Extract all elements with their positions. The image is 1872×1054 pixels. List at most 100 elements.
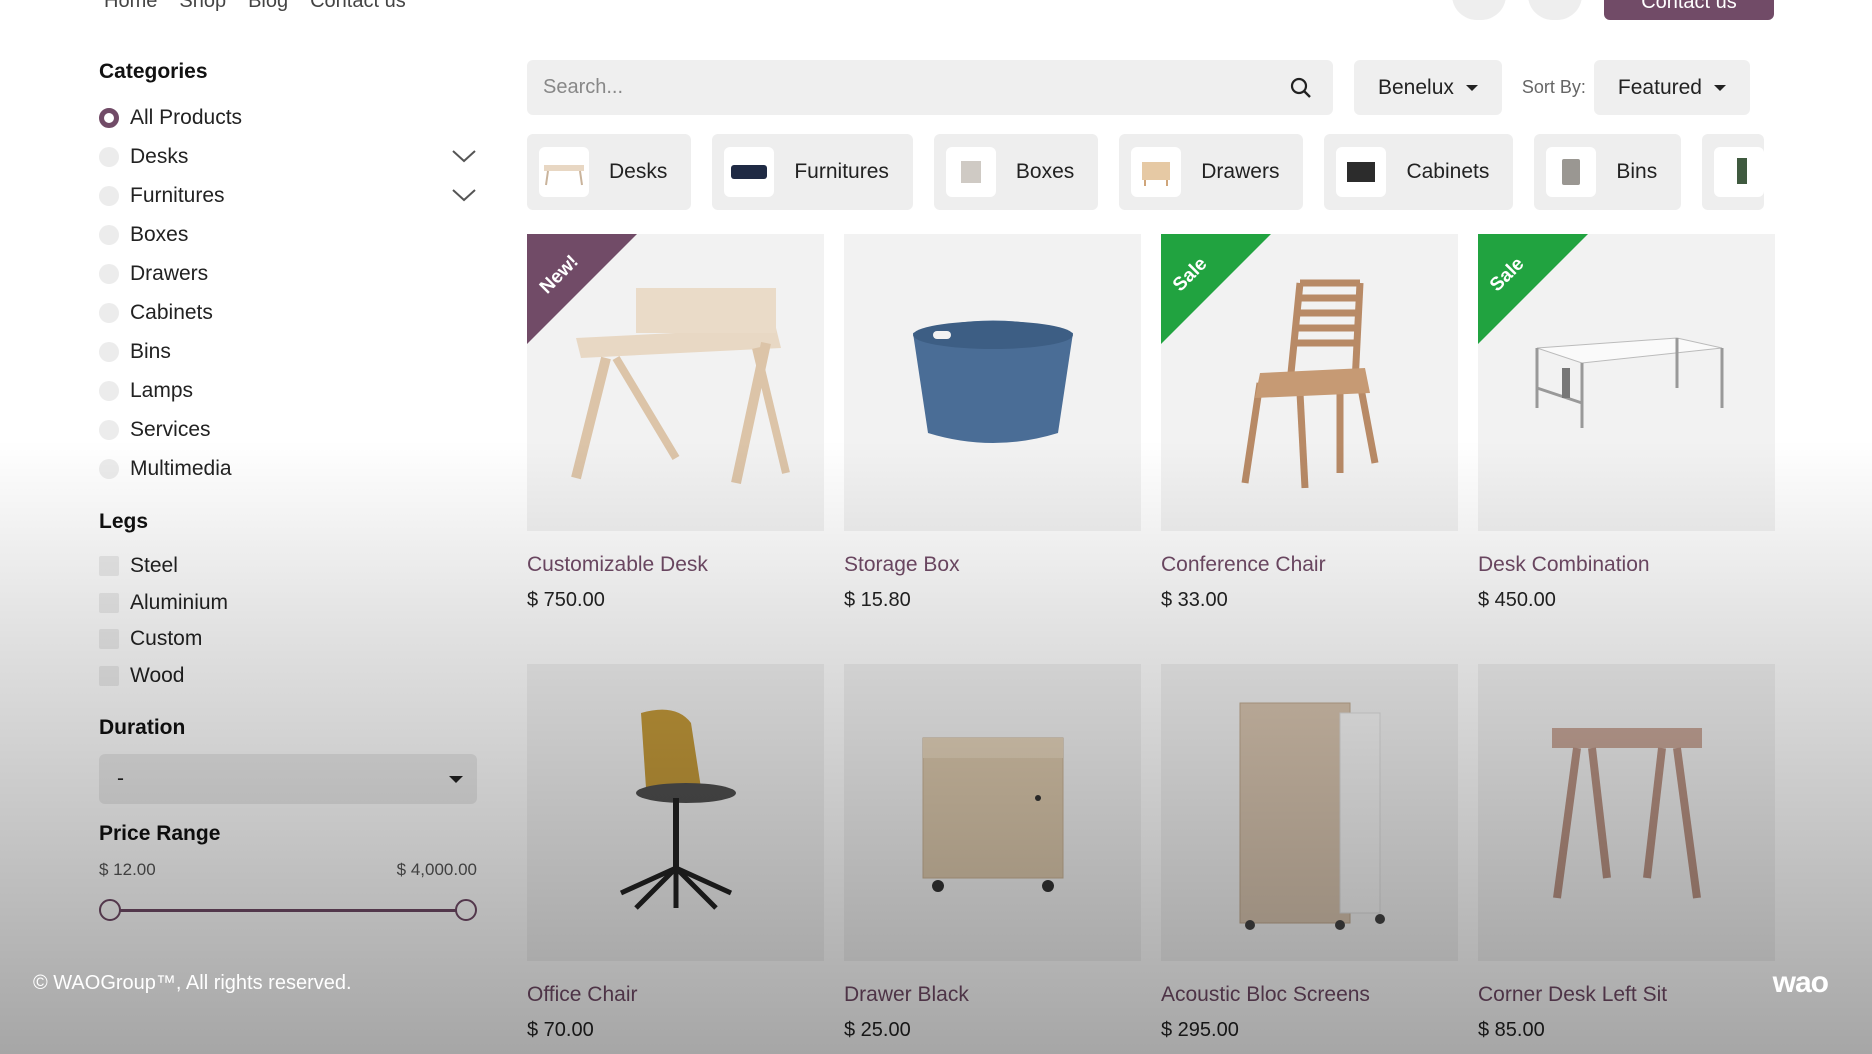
product-name[interactable]: Office Chair: [527, 983, 824, 1007]
radio-icon[interactable]: [99, 107, 119, 128]
product-name[interactable]: Corner Desk Left Sit: [1478, 983, 1775, 1007]
checkbox[interactable]: [99, 629, 119, 650]
product-image[interactable]: [844, 664, 1141, 961]
product-name[interactable]: Drawer Black: [844, 983, 1141, 1007]
radio-icon[interactable]: [99, 302, 119, 323]
product-price: $ 450.00: [1478, 589, 1556, 611]
product-image[interactable]: [844, 234, 1141, 531]
tile-label: Desks: [609, 160, 668, 183]
radio-icon[interactable]: [99, 419, 119, 440]
category-tiles: Desks Furnitures Boxes Drawers Cabinets …: [527, 134, 1775, 210]
box-icon: [912, 320, 1073, 443]
product-card[interactable]: Sale Desk Combination $ 450.00: [1478, 234, 1775, 664]
category-tile-drawers[interactable]: Drawers: [1119, 134, 1304, 210]
legs-option-aluminium[interactable]: Aluminium: [99, 585, 477, 622]
nav-link-blog[interactable]: Blog: [248, 0, 288, 13]
search-input[interactable]: Search...: [527, 60, 1333, 115]
product-image[interactable]: [527, 664, 824, 961]
product-card[interactable]: Acoustic Bloc Screens $ 295.00: [1161, 664, 1458, 1054]
legs-label: Custom: [130, 627, 203, 651]
search-icon[interactable]: [1289, 76, 1313, 100]
legs-option-steel[interactable]: Steel: [99, 548, 477, 585]
product-price: $ 25.00: [844, 1019, 911, 1041]
product-name[interactable]: Conference Chair: [1161, 553, 1458, 577]
category-item-drawers[interactable]: Drawers: [99, 254, 477, 293]
tile-label: Cabinets: [1406, 160, 1490, 183]
product-card[interactable]: New! Customizable Desk $ 750.00: [527, 234, 824, 664]
category-item-bins[interactable]: Bins: [99, 332, 477, 371]
category-item-boxes[interactable]: Boxes: [99, 215, 477, 254]
category-label: Drawers: [130, 261, 209, 285]
price-range-slider[interactable]: [99, 898, 477, 922]
radio-icon[interactable]: [99, 224, 119, 245]
checkbox[interactable]: [99, 592, 119, 613]
category-tile-boxes[interactable]: Boxes: [933, 134, 1099, 210]
contact-us-button[interactable]: Contact us: [1604, 0, 1774, 20]
product-card[interactable]: Office Chair $ 70.00: [527, 664, 824, 1054]
checkbox[interactable]: [99, 665, 119, 686]
cart-button[interactable]: [1528, 0, 1582, 20]
product-image[interactable]: [1478, 664, 1775, 961]
category-tile-cabinets[interactable]: Cabinets: [1324, 134, 1514, 210]
product-name[interactable]: Desk Combination: [1478, 553, 1775, 577]
category-label: Multimedia: [130, 456, 232, 480]
legs-label: Aluminium: [130, 590, 229, 614]
caret-down-icon: [1713, 84, 1726, 91]
radio-icon[interactable]: [99, 185, 119, 206]
radio-icon[interactable]: [99, 458, 119, 479]
checkbox[interactable]: [99, 556, 119, 577]
caret-down-icon: [1465, 84, 1478, 91]
product-name[interactable]: Acoustic Bloc Screens: [1161, 983, 1458, 1007]
product-card[interactable]: Corner Desk Left Sit $ 85.00: [1478, 664, 1775, 1054]
legs-option-wood[interactable]: Wood: [99, 658, 477, 695]
category-tile-bins[interactable]: Bins: [1534, 134, 1682, 210]
product-image[interactable]: [1161, 664, 1458, 961]
category-item-cabinets[interactable]: Cabinets: [99, 293, 477, 332]
radio-icon[interactable]: [99, 341, 119, 362]
radio-icon[interactable]: [99, 263, 119, 284]
product-image[interactable]: Sale: [1161, 234, 1458, 531]
category-item-lamps[interactable]: Lamps: [99, 371, 477, 410]
nav-link-shop[interactable]: Shop: [179, 0, 226, 13]
product-price: $ 295.00: [1161, 1019, 1239, 1041]
duration-title: Duration: [99, 716, 186, 739]
category-item-services[interactable]: Services: [99, 410, 477, 449]
category-item-multimedia[interactable]: Multimedia: [99, 449, 477, 488]
product-area: Search... Benelux Sort By: Featured Desk…: [527, 60, 1775, 1054]
box-thumb-icon: [945, 147, 996, 197]
radio-icon[interactable]: [99, 380, 119, 401]
category-item-all-products[interactable]: All Products: [99, 98, 477, 137]
pricelist-dropdown[interactable]: Benelux: [1354, 60, 1502, 115]
product-card[interactable]: Storage Box $ 15.80: [844, 234, 1141, 664]
slider-handle-max[interactable]: [455, 899, 477, 921]
drawer-thumb-icon: [1131, 147, 1182, 197]
product-name[interactable]: Storage Box: [844, 553, 1141, 577]
wao-logo: wao: [1772, 966, 1829, 999]
chevron-down-icon[interactable]: [451, 186, 477, 204]
search-toggle-button[interactable]: [1452, 0, 1506, 20]
legs-title: Legs: [99, 510, 149, 533]
product-name[interactable]: Customizable Desk: [527, 553, 824, 577]
category-tile-desks[interactable]: Desks: [527, 134, 692, 210]
category-label: Services: [130, 417, 211, 441]
filter-sidebar: Categories All Products Desks Furnitures…: [99, 60, 477, 922]
nav-link-contact[interactable]: Contact us: [310, 0, 406, 13]
sort-dropdown[interactable]: Featured: [1593, 60, 1750, 115]
nav-link-home[interactable]: Home: [104, 0, 157, 13]
chevron-down-icon[interactable]: [451, 147, 477, 165]
category-tile-furnitures[interactable]: Furnitures: [712, 134, 913, 210]
category-item-furnitures[interactable]: Furnitures: [99, 176, 477, 215]
category-item-desks[interactable]: Desks: [99, 137, 477, 176]
tile-label: Drawers: [1201, 160, 1280, 183]
product-card[interactable]: Sale Conference Chair $ 33.00: [1161, 234, 1458, 664]
category-tile-partial[interactable]: [1702, 134, 1765, 210]
product-card[interactable]: Drawer Black $ 25.00: [844, 664, 1141, 1054]
radio-icon[interactable]: [99, 146, 119, 167]
product-image[interactable]: Sale: [1478, 234, 1775, 531]
header-actions: Contact us: [1452, 0, 1774, 20]
legs-option-custom[interactable]: Custom: [99, 621, 477, 658]
slider-handle-min[interactable]: [99, 899, 121, 921]
duration-select[interactable]: -: [99, 754, 477, 804]
product-image[interactable]: New!: [527, 234, 824, 531]
product-price: $ 33.00: [1161, 589, 1228, 611]
